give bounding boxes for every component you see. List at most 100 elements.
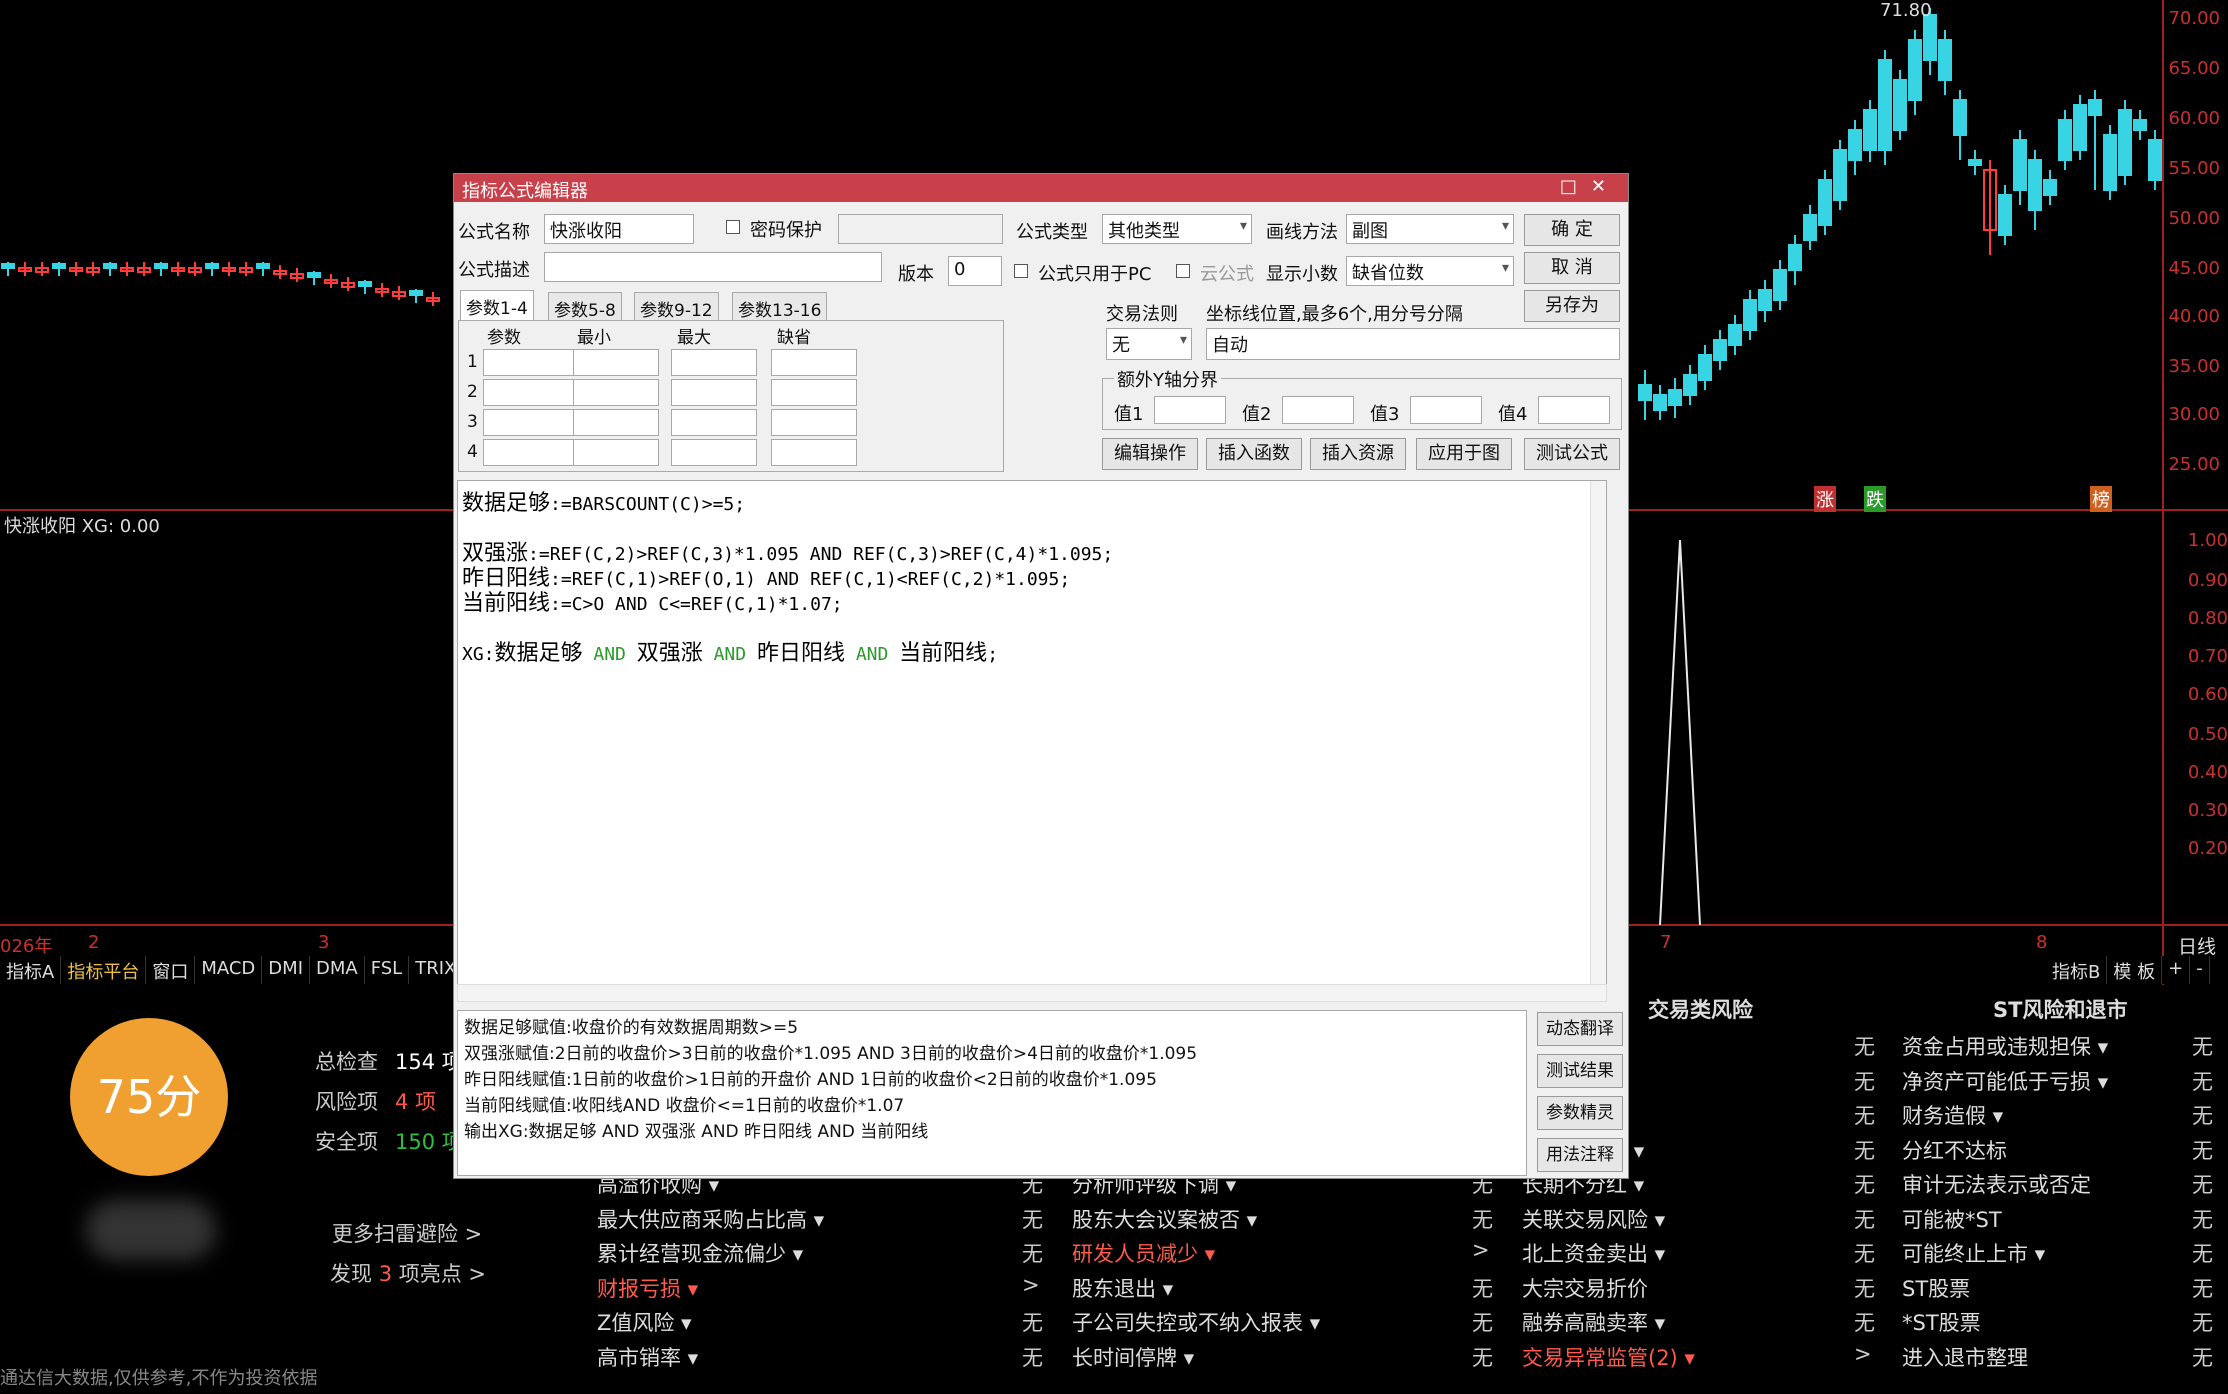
tab-macd[interactable]: MACD [195, 956, 263, 984]
val3-input[interactable] [1410, 396, 1482, 424]
remove-icon[interactable]: - [2190, 956, 2210, 984]
risk-item[interactable]: 净资产可能低于亏损 ▾ [1902, 1066, 2108, 1096]
risk-item[interactable]: 高市销率 ▾ [597, 1342, 698, 1372]
risk-item-value: 无 [1472, 1207, 1493, 1232]
risk-item[interactable]: 分红不达标 [1902, 1135, 2007, 1165]
cloud-label: 云公式 [1200, 264, 1254, 285]
risk-item[interactable]: 子公司失控或不纳入报表 ▾ [1072, 1307, 1320, 1337]
param-cell[interactable] [671, 409, 757, 436]
period-label[interactable]: 日线 [2178, 932, 2216, 959]
code-scrollbar[interactable] [1590, 481, 1606, 989]
candle-body [1743, 299, 1757, 331]
param-cell[interactable] [671, 349, 757, 376]
risk-item[interactable]: ST股票 [1902, 1273, 1970, 1303]
risk-item[interactable]: 进入退市整理 [1902, 1342, 2028, 1372]
risk-item[interactable]: 累计经营现金流偏少 ▾ [597, 1238, 803, 1268]
test-result-button[interactable]: 测试结果 [1537, 1054, 1623, 1088]
val2-input[interactable] [1282, 396, 1354, 424]
param-cell[interactable] [771, 379, 857, 406]
draw-method-select[interactable]: 副图 [1346, 214, 1514, 244]
param-cell[interactable] [671, 379, 757, 406]
risk-item[interactable]: 长时间停牌 ▾ [1072, 1342, 1194, 1372]
insert-resource-button[interactable]: 插入资源 [1310, 438, 1406, 470]
param-cell[interactable] [573, 379, 659, 406]
pc-only-checkbox[interactable] [1014, 264, 1028, 278]
candle-body [1668, 389, 1682, 406]
dialog-titlebar[interactable]: 指标公式编辑器 □✕ [454, 174, 1628, 202]
cloud-checkbox[interactable] [1176, 264, 1190, 278]
param-cell[interactable] [671, 439, 757, 466]
risk-item[interactable]: 研发人员减少 ▾ [1072, 1238, 1215, 1268]
risk-item[interactable]: 可能被*ST [1902, 1204, 2002, 1234]
formula-code-editor[interactable]: 数据足够:=BARSCOUNT(C)>=5; 双强涨:=REF(C,2)>REF… [457, 480, 1607, 990]
decimals-select[interactable]: 缺省位数 [1346, 256, 1514, 286]
param-cell[interactable] [573, 439, 659, 466]
risk-item[interactable]: 审计无法表示或否定 [1902, 1169, 2091, 1199]
tab-template[interactable]: 模 板 [2107, 956, 2163, 984]
risk-item[interactable]: 最大供应商采购占比高 ▾ [597, 1204, 824, 1234]
risk-item[interactable]: Z值风险 ▾ [597, 1307, 692, 1337]
code-hscrollbar[interactable] [457, 984, 1607, 1002]
param-cell[interactable] [483, 349, 587, 376]
param-cell[interactable] [573, 409, 659, 436]
param-cell[interactable] [771, 349, 857, 376]
risk-item[interactable]: 资金占用或违规担保 ▾ [1902, 1031, 2108, 1061]
more-scan-link[interactable]: 更多扫雷避险 > [332, 1218, 482, 1248]
val4-input[interactable] [1538, 396, 1610, 424]
test-formula-button[interactable]: 测试公式 [1524, 438, 1620, 470]
indicator-line [1659, 539, 1701, 926]
risk-item[interactable]: *ST股票 [1902, 1307, 1981, 1337]
formula-name-input[interactable]: 快涨收阳 [544, 214, 694, 244]
risk-item[interactable]: 财报亏损 ▾ [597, 1273, 698, 1303]
tab-window[interactable]: 窗口 [146, 956, 196, 984]
param-cell[interactable] [483, 379, 587, 406]
risk-item-value: 无 [1022, 1242, 1043, 1266]
dialog-title: 指标公式编辑器 [462, 181, 588, 202]
tab-indicator-platform[interactable]: 指标平台 [61, 956, 147, 984]
version-input[interactable]: 0 [948, 256, 1002, 286]
tab-indicator-b[interactable]: 指标B [2046, 956, 2108, 984]
param-cell[interactable] [573, 349, 659, 376]
risk-item[interactable]: 大宗交易折价 [1522, 1273, 1648, 1303]
cancel-button[interactable]: 取 消 [1524, 252, 1620, 284]
risk-item[interactable]: 融券高融卖率 ▾ [1522, 1307, 1665, 1337]
candle-body [1, 263, 15, 269]
apply-to-chart-button[interactable]: 应用于图 [1416, 438, 1512, 470]
val1-input[interactable] [1154, 396, 1226, 424]
coord-input[interactable]: 自动 [1206, 328, 1620, 360]
usage-notes-button[interactable]: 用法注释 [1537, 1138, 1623, 1172]
tab-dma[interactable]: DMA [310, 956, 365, 984]
tab-indicator-a[interactable]: 指标A [0, 956, 62, 984]
risk-item[interactable]: 财务造假 ▾ [1902, 1100, 2003, 1130]
param-cell[interactable] [483, 409, 587, 436]
tab-dmi[interactable]: DMI [262, 956, 310, 984]
risk-item[interactable]: 股东大会议案被否 ▾ [1072, 1204, 1257, 1234]
trade-rule-select[interactable]: 无 [1106, 328, 1192, 360]
candle-body [1773, 269, 1787, 301]
param-cell[interactable] [483, 439, 587, 466]
dynamic-translate-button[interactable]: 动态翻译 [1537, 1012, 1623, 1046]
highlights-link[interactable]: 发现 3 项亮点 > [330, 1258, 486, 1288]
add-icon[interactable]: + [2162, 956, 2191, 984]
ok-button[interactable]: 确 定 [1524, 214, 1620, 246]
tab-params-1-4[interactable]: 参数1-4 [460, 290, 534, 322]
tab-fsl[interactable]: FSL [365, 956, 410, 984]
password-checkbox[interactable] [726, 220, 740, 234]
password-input[interactable] [838, 214, 1003, 244]
insert-function-button[interactable]: 插入函数 [1206, 438, 1302, 470]
risk-item[interactable]: 关联交易风险 ▾ [1522, 1204, 1665, 1234]
risk-item[interactable]: 北上资金卖出 ▾ [1522, 1238, 1665, 1268]
save-as-button[interactable]: 另存为 [1524, 290, 1620, 322]
maximize-icon[interactable]: □ [1560, 176, 1591, 197]
risk-item[interactable]: 股东退出 ▾ [1072, 1273, 1173, 1303]
candle-body [1938, 39, 1952, 81]
risk-item[interactable]: 可能终止上市 ▾ [1902, 1238, 2045, 1268]
formula-type-select[interactable]: 其他类型 [1102, 214, 1252, 244]
edit-ops-button[interactable]: 编辑操作 [1102, 438, 1198, 470]
close-icon[interactable]: ✕ [1591, 176, 1620, 197]
param-wizard-button[interactable]: 参数精灵 [1537, 1096, 1623, 1130]
formula-desc-input[interactable] [544, 252, 882, 282]
param-cell[interactable] [771, 409, 857, 436]
param-cell[interactable] [771, 439, 857, 466]
risk-item[interactable]: 交易异常监管(2) ▾ [1522, 1342, 1695, 1372]
